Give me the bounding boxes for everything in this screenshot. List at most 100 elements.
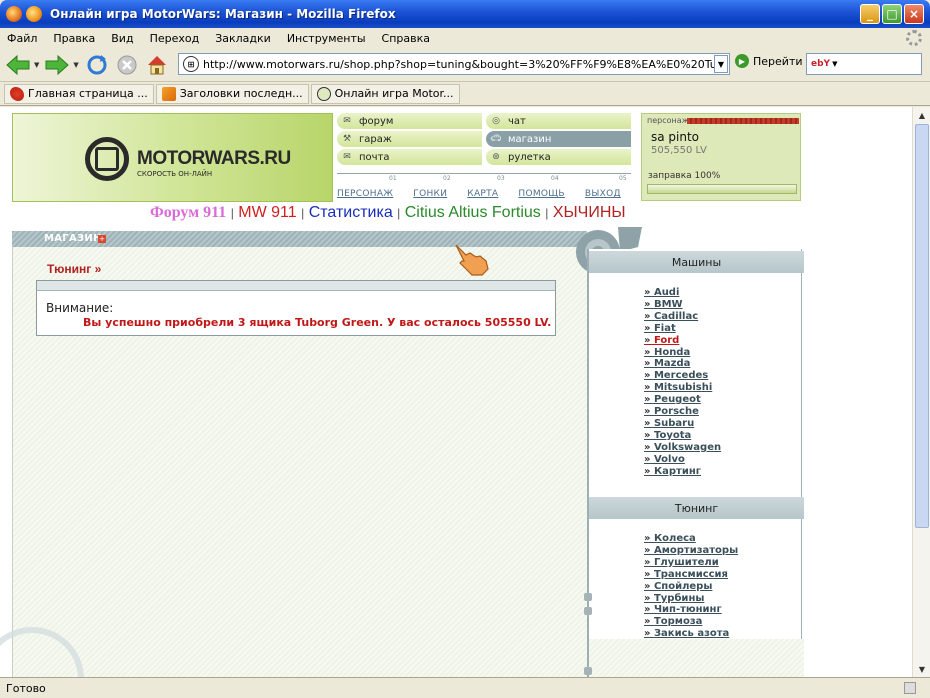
- link-exit[interactable]: ВЫХОД: [585, 189, 621, 199]
- menu-tools[interactable]: Инструменты: [286, 32, 367, 45]
- tuning-link[interactable]: Тормоза: [644, 616, 738, 628]
- bookmarks-toolbar: Главная страница ... Заголовки последн..…: [0, 82, 930, 106]
- nav-chat[interactable]: ◎ чат: [486, 113, 631, 129]
- car-link[interactable]: Volvo: [644, 454, 721, 466]
- link-character[interactable]: ПЕРСОНАЖ: [337, 189, 393, 199]
- link-mw-911[interactable]: MW 911: [238, 204, 296, 221]
- character-panel: персонаж: sa pinto 505,550 LV заправка 1…: [641, 113, 801, 201]
- car-link[interactable]: Audi: [644, 287, 721, 299]
- nav-roulette[interactable]: ⊛ рулетка: [486, 149, 631, 165]
- car-link[interactable]: Subaru: [644, 418, 721, 430]
- window-title-bar[interactable]: Онлайн игра MotorWars: Магазин - Mozilla…: [0, 0, 930, 28]
- tuning-link[interactable]: Амортизаторы: [644, 545, 738, 557]
- site-logo[interactable]: MOTORWARS.RU СКОРОСТЬ ОН-ЛАЙН: [12, 113, 333, 202]
- tuning-link[interactable]: Турбины: [644, 593, 738, 605]
- separator: |: [230, 206, 234, 220]
- stop-icon: [117, 55, 137, 74]
- close-button[interactable]: ×: [904, 4, 924, 24]
- system-menu-icon[interactable]: [6, 6, 22, 22]
- menu-bookmarks[interactable]: Закладки: [214, 32, 272, 45]
- menu-help[interactable]: Справка: [381, 32, 431, 45]
- throbber-icon: [906, 30, 922, 46]
- car-link[interactable]: Mazda: [644, 358, 721, 370]
- bookmark-item[interactable]: Онлайн игра Motor...: [310, 83, 460, 104]
- separator: |: [301, 206, 305, 220]
- page-viewport: MOTORWARS.RU СКОРОСТЬ ОН-ЛАЙН ✉ форум ⚒ …: [0, 107, 912, 677]
- character-money: 505,550 LV: [651, 145, 707, 156]
- menu-edit[interactable]: Правка: [52, 32, 96, 45]
- link-statistics[interactable]: Статистика: [309, 204, 393, 221]
- bookmark-item[interactable]: Заголовки последн...: [155, 83, 309, 104]
- car-link[interactable]: Porsche: [644, 406, 721, 418]
- scroll-thumb[interactable]: [915, 124, 929, 528]
- shop-plus-icon[interactable]: +: [98, 235, 106, 243]
- go-button[interactable]: ▶ Перейти: [735, 54, 803, 68]
- search-engine-logo[interactable]: ebY: [811, 59, 830, 69]
- home-button[interactable]: [143, 51, 171, 79]
- nav-garage[interactable]: ⚒ гараж: [337, 131, 482, 147]
- reload-button[interactable]: [83, 51, 111, 79]
- tuning-link[interactable]: Колеса: [644, 533, 738, 545]
- link-citius[interactable]: Citius Altius Fortius: [405, 204, 541, 221]
- stop-button[interactable]: [113, 51, 141, 79]
- url-dropdown-icon[interactable]: ▼: [714, 55, 728, 73]
- maximize-button[interactable]: □: [882, 4, 902, 24]
- firefox-icon: [26, 6, 42, 22]
- car-link[interactable]: Volkswagen: [644, 442, 721, 454]
- nav-mail[interactable]: ✉ почта: [337, 149, 482, 165]
- link-help[interactable]: ПОМОЩЬ: [518, 189, 565, 199]
- notice-box: Внимание: Вы успешно приобрели 3 ящика T…: [36, 280, 556, 336]
- ruler-tick: 05: [619, 175, 627, 182]
- nav-label: гараж: [359, 133, 392, 145]
- back-dropdown-icon[interactable]: ▼: [34, 61, 39, 69]
- character-label: персонаж:: [647, 116, 692, 125]
- bookmark-label: Главная страница ...: [28, 87, 148, 100]
- menu-view[interactable]: Вид: [110, 32, 134, 45]
- globe-icon: ◎: [492, 116, 500, 126]
- link-hychiny[interactable]: ХЫЧИНЫ: [553, 204, 626, 221]
- separator: |: [397, 206, 401, 220]
- vertical-scrollbar[interactable]: ▲ ▼: [912, 107, 930, 677]
- nav-forum[interactable]: ✉ форум: [337, 113, 482, 129]
- resize-grip-icon[interactable]: [904, 682, 916, 694]
- back-button[interactable]: [4, 51, 32, 79]
- menu-file[interactable]: Файл: [6, 32, 38, 45]
- home-icon: [147, 55, 166, 74]
- link-forum-911[interactable]: Форум 911: [150, 204, 226, 221]
- car-link[interactable]: Ford: [644, 335, 721, 347]
- tuning-link[interactable]: Глушители: [644, 557, 738, 569]
- car-link[interactable]: Toyota: [644, 430, 721, 442]
- car-link[interactable]: Peugeot: [644, 394, 721, 406]
- link-map[interactable]: КАРТА: [467, 189, 498, 199]
- url-bar[interactable]: ⊞ http://www.motorwars.ru/shop.php?shop=…: [178, 53, 730, 75]
- red-bird-icon: [10, 86, 24, 101]
- tuning-link[interactable]: Спойлеры: [644, 581, 738, 593]
- bookmark-item[interactable]: Главная страница ...: [4, 83, 154, 104]
- character-name: sa pinto: [651, 130, 700, 144]
- url-text[interactable]: http://www.motorwars.ru/shop.php?shop=tu…: [203, 58, 714, 71]
- status-bar: Готово: [0, 677, 930, 698]
- car-link[interactable]: Cadillac: [644, 311, 721, 323]
- car-link[interactable]: Mitsubishi: [644, 382, 721, 394]
- scroll-up-icon[interactable]: ▲: [914, 107, 930, 123]
- search-engine-dropdown-icon[interactable]: ▼: [832, 60, 837, 68]
- menu-go[interactable]: Переход: [149, 32, 201, 45]
- car-link[interactable]: Honda: [644, 347, 721, 359]
- nav-shop[interactable]: 🚗︎ магазин: [486, 131, 631, 147]
- envelope-icon: ✉: [343, 152, 351, 162]
- ruler-tick: 03: [497, 175, 505, 182]
- forward-button[interactable]: [43, 51, 71, 79]
- car-link[interactable]: Fiat: [644, 323, 721, 335]
- minimize-button[interactable]: _: [860, 4, 880, 24]
- search-box[interactable]: ebY ▼: [806, 53, 922, 75]
- scroll-down-icon[interactable]: ▼: [914, 661, 930, 677]
- tuning-link[interactable]: Чип-тюнинг: [644, 604, 738, 616]
- car-link[interactable]: BMW: [644, 299, 721, 311]
- forward-dropdown-icon[interactable]: ▼: [73, 61, 78, 69]
- motorwars-favicon: [316, 86, 331, 101]
- tuning-link[interactable]: Трансмиссия: [644, 569, 738, 581]
- car-link[interactable]: Картинг: [644, 466, 721, 478]
- car-link[interactable]: Mercedes: [644, 370, 721, 382]
- back-arrow-icon: [6, 54, 30, 75]
- link-races[interactable]: ГОНКИ: [413, 189, 447, 199]
